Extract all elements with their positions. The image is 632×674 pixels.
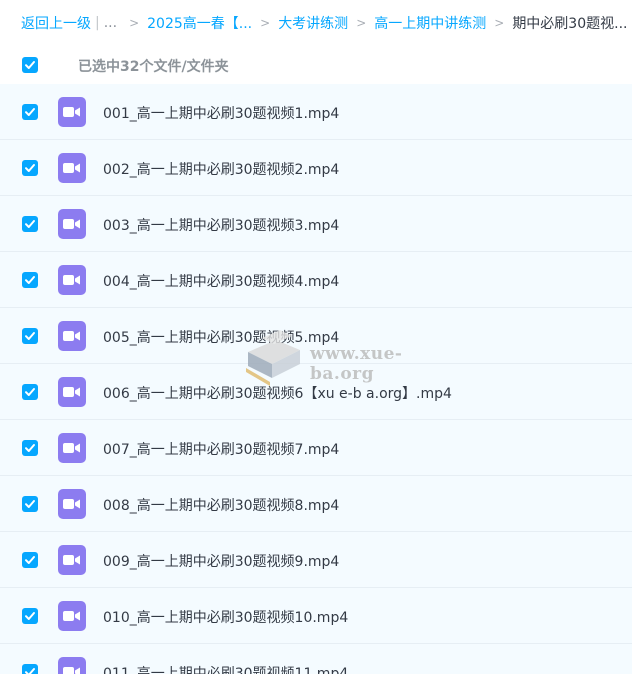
file-row[interactable]: 002_高一上期中必刷30题视频2.mp4 [0, 140, 632, 196]
selection-status: 已选中32个文件/文件夹 [78, 59, 229, 75]
breadcrumb-arrow: > [129, 16, 140, 30]
video-file-icon [58, 545, 86, 575]
file-name[interactable]: 007_高一上期中必刷30题视频7.mp4 [103, 439, 339, 459]
breadcrumb-item-midterm[interactable]: 高一上期中讲练测 [374, 13, 486, 33]
file-manager-page: 返回上一级 | ... > 2025高一春【... > 大考讲练测 > 高一上期… [0, 0, 632, 674]
file-row[interactable]: 008_高一上期中必刷30题视频8.mp4 [0, 476, 632, 532]
file-name[interactable]: 011_高一上期中必刷30题视频11.mp4 [103, 663, 348, 674]
video-file-icon [58, 97, 86, 127]
file-checkbox[interactable] [22, 328, 38, 344]
file-checkbox[interactable] [22, 496, 38, 512]
checkmark-icon [25, 444, 35, 452]
back-link[interactable]: 返回上一级 [21, 13, 91, 33]
breadcrumb-current: 期中必刷30题视... [512, 16, 628, 32]
video-file-icon [58, 433, 86, 463]
file-checkbox[interactable] [22, 608, 38, 624]
file-row[interactable]: 004_高一上期中必刷30题视频4.mp4 [0, 252, 632, 308]
file-checkbox[interactable] [22, 384, 38, 400]
file-name[interactable]: 001_高一上期中必刷30题视频1.mp4 [103, 103, 339, 123]
file-checkbox[interactable] [22, 160, 38, 176]
file-name[interactable]: 002_高一上期中必刷30题视频2.mp4 [103, 159, 339, 179]
video-file-icon [58, 601, 86, 631]
checkmark-icon [25, 556, 35, 564]
checkmark-icon [25, 108, 35, 116]
file-name[interactable]: 004_高一上期中必刷30题视频4.mp4 [103, 271, 339, 291]
breadcrumb-item-course[interactable]: 2025高一春【... [147, 13, 252, 33]
file-name[interactable]: 005_高一上期中必刷30题视频5.mp4 [103, 327, 339, 347]
file-checkbox[interactable] [22, 272, 38, 288]
checkmark-icon [25, 164, 35, 172]
file-row[interactable]: 001_高一上期中必刷30题视频1.mp4 [0, 84, 632, 140]
breadcrumb-arrow: > [356, 16, 367, 30]
file-checkbox[interactable] [22, 104, 38, 120]
file-list: 001_高一上期中必刷30题视频1.mp4 002_高一上期中必刷30题视频2.… [0, 84, 632, 674]
breadcrumb-separator: | [95, 15, 100, 31]
checkmark-icon [25, 276, 35, 284]
select-all-checkbox[interactable] [22, 57, 38, 73]
breadcrumb-arrow: > [260, 16, 271, 30]
file-name[interactable]: 010_高一上期中必刷30题视频10.mp4 [103, 607, 348, 627]
file-row[interactable]: 006_高一上期中必刷30题视频6【xu e-b a.org】.mp4 [0, 364, 632, 420]
file-checkbox[interactable] [22, 552, 38, 568]
file-name[interactable]: 003_高一上期中必刷30题视频3.mp4 [103, 215, 339, 235]
checkmark-icon [25, 612, 35, 620]
file-row[interactable]: 007_高一上期中必刷30题视频7.mp4 [0, 420, 632, 476]
checkmark-icon [25, 332, 35, 340]
video-file-icon [58, 489, 86, 519]
file-checkbox[interactable] [22, 664, 38, 674]
video-file-icon [58, 657, 86, 674]
file-row[interactable]: 003_高一上期中必刷30题视频3.mp4 [0, 196, 632, 252]
video-file-icon [58, 321, 86, 351]
file-name[interactable]: 006_高一上期中必刷30题视频6【xu e-b a.org】.mp4 [103, 383, 452, 403]
checkmark-icon [25, 388, 35, 396]
checkmark-icon [25, 61, 35, 69]
breadcrumb-item-exam-practice[interactable]: 大考讲练测 [278, 13, 348, 33]
file-row[interactable]: 005_高一上期中必刷30题视频5.mp4 [0, 308, 632, 364]
file-checkbox[interactable] [22, 216, 38, 232]
video-file-icon [58, 265, 86, 295]
video-file-icon [58, 209, 86, 239]
breadcrumb-ellipsis[interactable]: ... [104, 15, 117, 31]
file-row[interactable]: 011_高一上期中必刷30题视频11.mp4 [0, 644, 632, 674]
file-row[interactable]: 010_高一上期中必刷30题视频10.mp4 [0, 588, 632, 644]
file-name[interactable]: 008_高一上期中必刷30题视频8.mp4 [103, 495, 339, 515]
video-file-icon [58, 377, 86, 407]
file-checkbox[interactable] [22, 440, 38, 456]
breadcrumb: 返回上一级 | ... > 2025高一春【... > 大考讲练测 > 高一上期… [0, 0, 632, 46]
select-all-row: 已选中32个文件/文件夹 [0, 46, 632, 84]
breadcrumb-arrow: > [494, 16, 505, 30]
video-file-icon [58, 153, 86, 183]
file-row[interactable]: 009_高一上期中必刷30题视频9.mp4 [0, 532, 632, 588]
checkmark-icon [25, 220, 35, 228]
checkmark-icon [25, 668, 35, 674]
file-name[interactable]: 009_高一上期中必刷30题视频9.mp4 [103, 551, 339, 571]
checkmark-icon [25, 500, 35, 508]
